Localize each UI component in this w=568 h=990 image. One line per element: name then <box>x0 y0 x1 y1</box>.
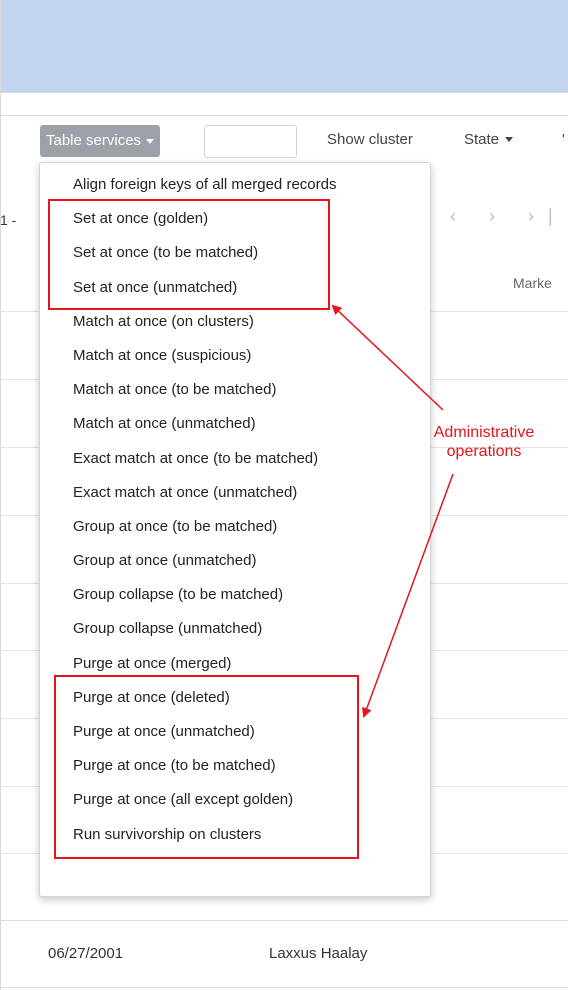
annotation-line-2: operations <box>446 443 522 460</box>
annotation-label: Administrative operations <box>414 423 554 461</box>
arrow-to-purge-operations <box>362 473 454 718</box>
annotation-line-1: Administrative <box>433 424 535 441</box>
arrow-to-set-operations <box>331 304 444 411</box>
annotation-arrows <box>331 304 454 718</box>
